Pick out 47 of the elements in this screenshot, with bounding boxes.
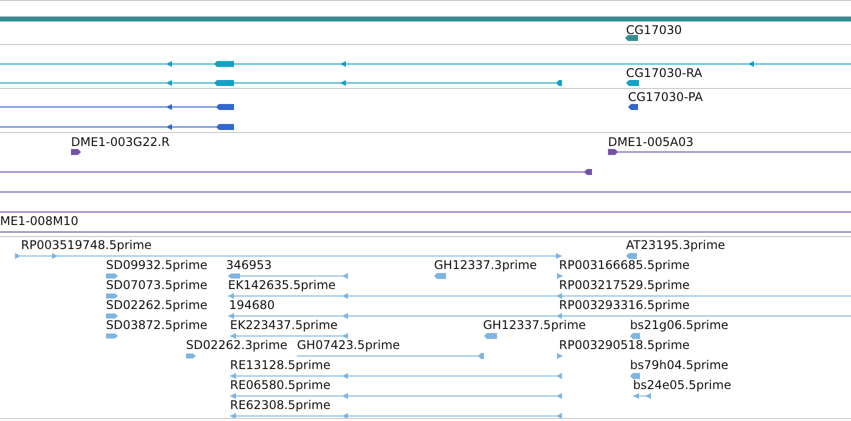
feature-label: 194680: [229, 298, 275, 312]
feature-label: SD09932.5prime: [106, 258, 208, 272]
est-glyph: [630, 373, 640, 379]
est-glyph: [106, 274, 118, 278]
feature-label: GH07423.5prime: [297, 338, 400, 352]
feature-label: RP003217529.5prime: [559, 278, 690, 292]
feature-label: DME1-005A03: [608, 135, 694, 149]
transcript-glyph: [626, 80, 639, 86]
feature-label: bs24e05.5prime: [633, 378, 732, 392]
est-glyph: [626, 253, 637, 259]
feature-label: EK142635.5prime: [228, 278, 336, 292]
feature-label: RP003519748.5prime: [21, 238, 152, 252]
feature-label: CG17030: [626, 23, 682, 37]
est-glyph: [557, 353, 563, 359]
feature-label: RE06580.5prime: [230, 378, 330, 392]
feature-label: bs79h04.5prime: [630, 358, 728, 372]
clone-glyph: [71, 149, 81, 155]
feature-label: SD02262.5prime: [106, 298, 208, 312]
feature-label: SD02262.3prime: [186, 338, 288, 352]
feature-label: GH12337.3prime: [434, 258, 537, 272]
feature-label: RP003166685.5prime: [559, 258, 690, 272]
est-glyph: [630, 333, 640, 339]
feature-label: RP003290518.5prime: [559, 338, 690, 352]
feature-label: RP003293316.5prime: [559, 298, 690, 312]
feature-label: CG17030-RA: [626, 66, 702, 80]
feature-label: 346953: [226, 258, 272, 272]
feature-label: ME1-008M10: [0, 214, 78, 228]
est-glyph: [106, 334, 118, 338]
est-glyph: [633, 393, 651, 399]
feature-label: SD07073.5prime: [106, 278, 208, 292]
feature-label: RE62308.5prime: [230, 398, 330, 412]
feature-label: DME1-003G22.R: [71, 135, 170, 149]
protein-glyph: [628, 104, 638, 110]
feature-label: SD03872.5prime: [106, 318, 208, 332]
feature-label: EK223437.5prime: [230, 318, 338, 332]
est-glyph: [557, 273, 563, 279]
feature-label: CG17030-PA: [628, 90, 703, 104]
feature-label: AT23195.3prime: [626, 238, 726, 252]
feature-label: RE13128.5prime: [230, 358, 330, 372]
est-glyph: [106, 294, 118, 298]
est-glyph: [186, 354, 196, 358]
feature-label: bs21g06.5prime: [630, 318, 728, 332]
est-glyph: [434, 273, 446, 279]
est-glyph: [484, 333, 497, 339]
est-glyph: [106, 314, 118, 318]
feature-label: GH12337.5prime: [483, 318, 586, 332]
gene-glyph: [625, 35, 638, 41]
